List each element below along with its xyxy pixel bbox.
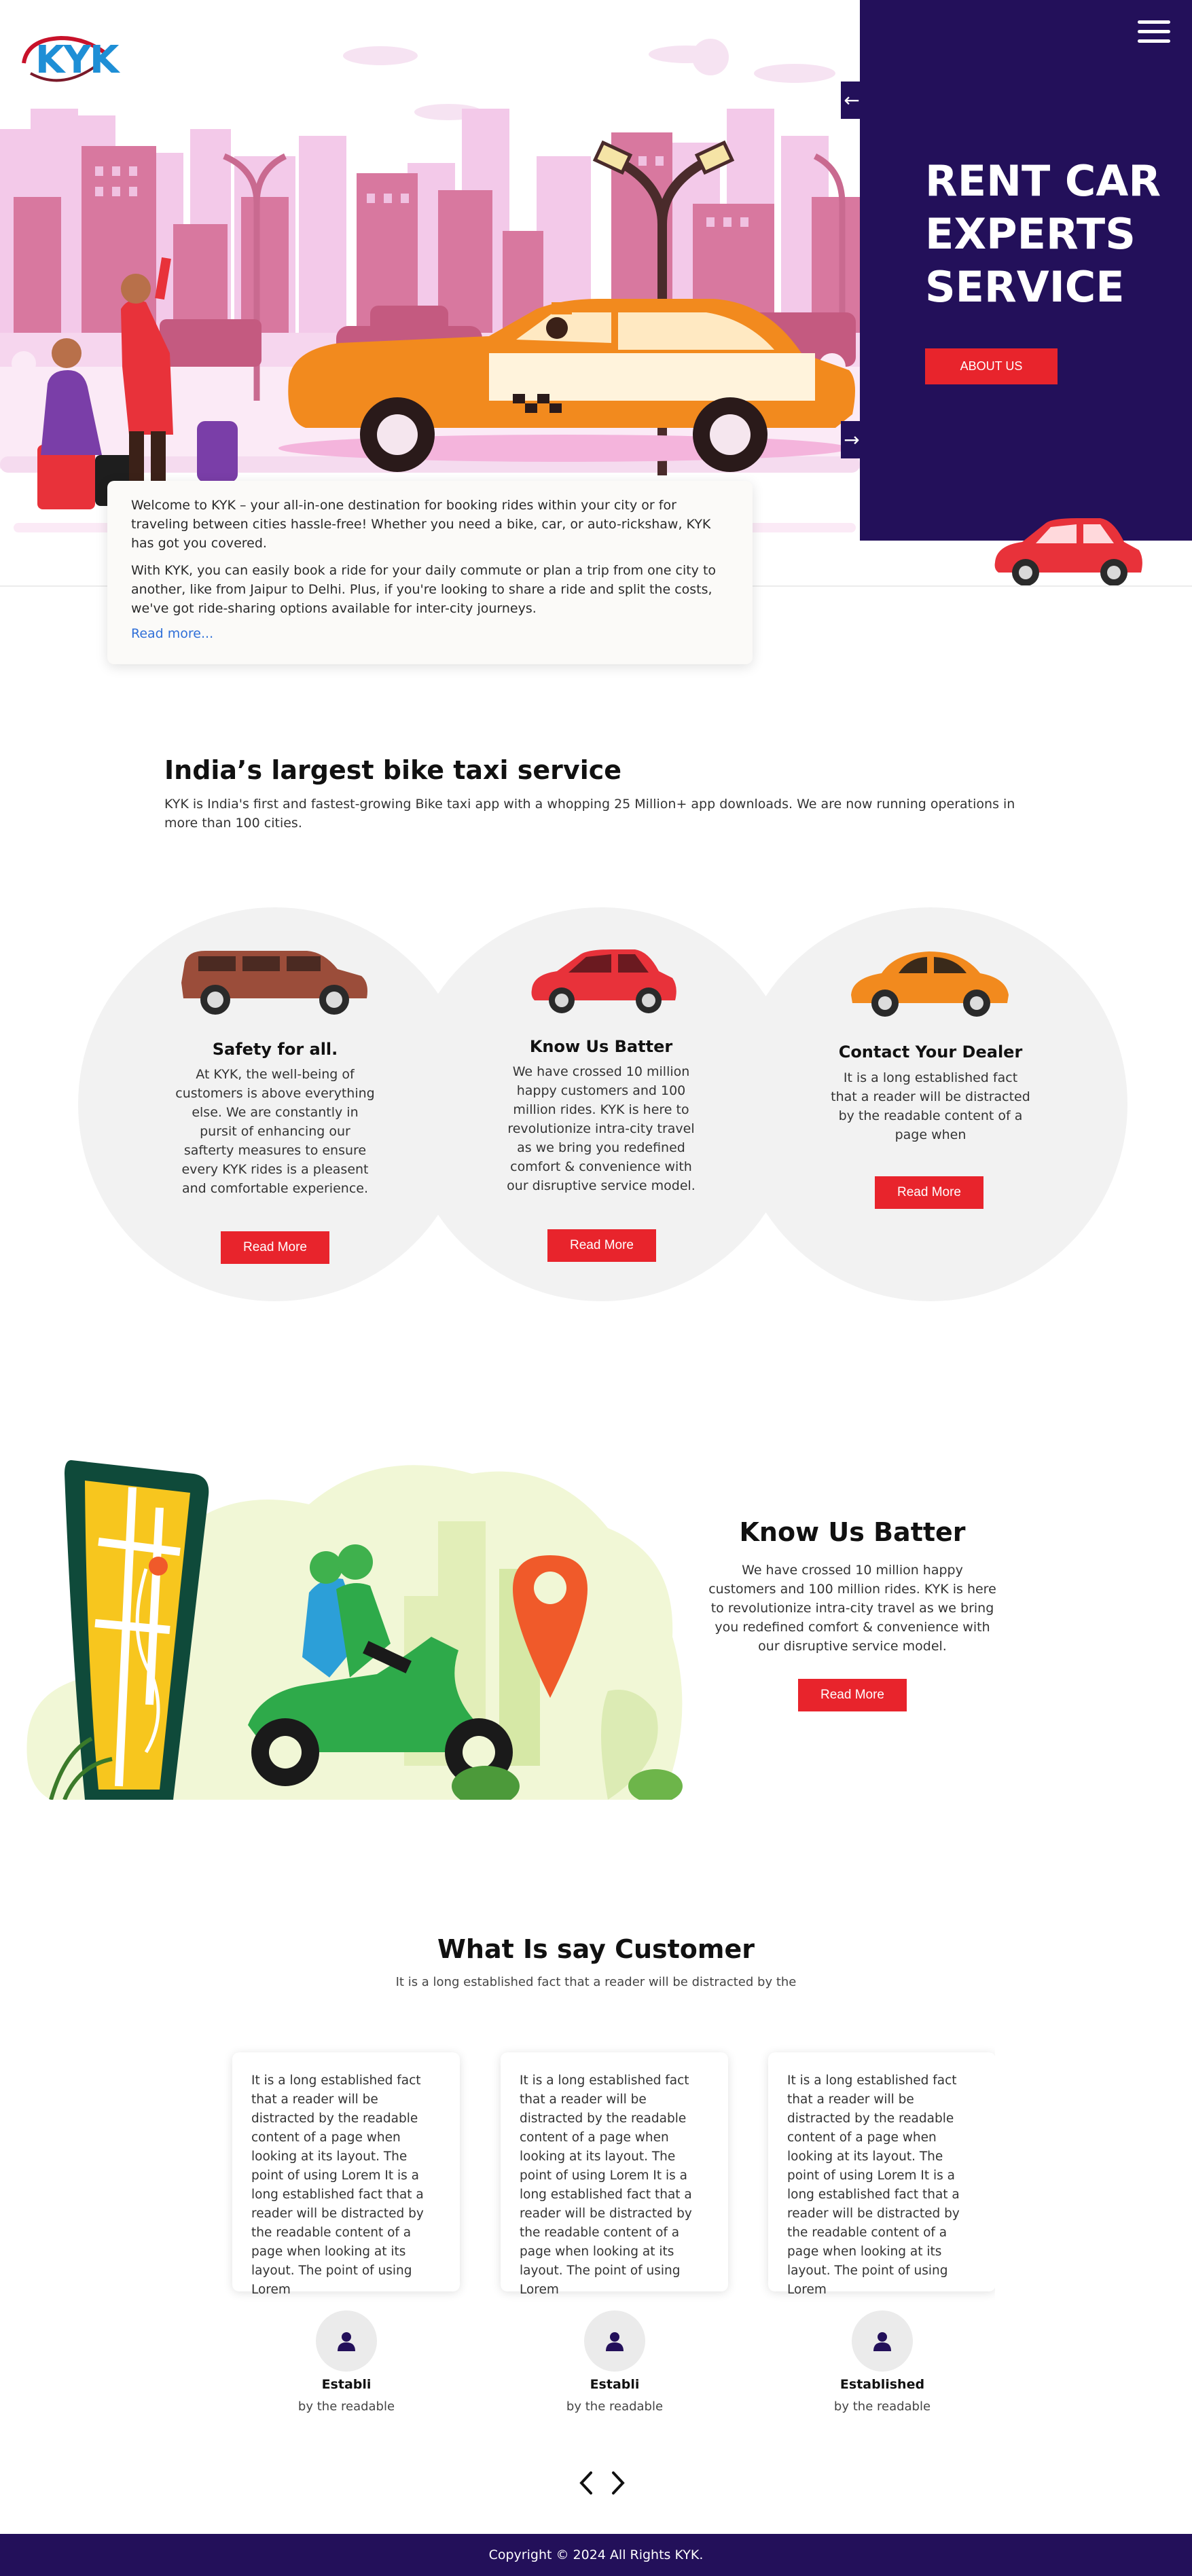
logo-text: KYK (35, 38, 119, 82)
user-icon (873, 2332, 891, 2351)
testimonial-role: by the readable (833, 2399, 931, 2414)
red-car-illustration (994, 518, 1142, 586)
testimonial-role: by the readable (566, 2399, 664, 2414)
testimonial-name: Established (839, 2377, 925, 2392)
read-more-button[interactable]: Read More (547, 1229, 656, 1262)
testimonial-card: It is a long established fact that a rea… (232, 2052, 460, 2297)
testimonial-card: It is a long established fact that a rea… (768, 2052, 995, 2297)
section-title: India’s largest bike taxi service (164, 755, 622, 785)
intro-card: Welcome to KYK – your all-in-one destina… (107, 481, 753, 664)
testimonial-card: It is a long established fact that a rea… (501, 2052, 728, 2297)
testimonial-name: Establi (590, 2377, 640, 2392)
testimonial-name: Establi (321, 2377, 372, 2392)
kyk-logo[interactable]: KYK (20, 26, 119, 87)
red-hatchback-icon (531, 949, 676, 1013)
chevron-right-icon[interactable] (608, 2469, 628, 2497)
bike-taxi-map-illustration (26, 1460, 683, 1800)
about-us-button[interactable]: ABOUT US (925, 348, 1058, 384)
testimonial-quote: It is a long established fact that a rea… (251, 2073, 424, 2297)
user-icon (338, 2332, 355, 2351)
section-description: We have crossed 10 million happy custome… (708, 1563, 996, 1654)
testimonial-carousel: It is a long established fact that a rea… (224, 2037, 995, 2445)
read-more-link[interactable]: Read more... (131, 626, 213, 641)
testimonial-quote: It is a long established fact that a rea… (787, 2073, 960, 2297)
feature-title: Contact Your Dealer (838, 1042, 1023, 1062)
hero-prev-arrow-icon[interactable]: ← (841, 81, 863, 119)
testimonial-role: by the readable (297, 2399, 395, 2414)
hamburger-menu-icon[interactable] (1138, 20, 1170, 46)
hero-next-arrow-icon[interactable]: → (841, 421, 863, 458)
user-icon (606, 2332, 624, 2351)
section-title: Know Us Batter (739, 1517, 966, 1547)
hero-city-taxi-illustration (0, 39, 860, 532)
feature-text: It is a long established fact that a rea… (831, 1070, 1030, 1142)
feature-text: At KYK, the well-being of customers is a… (175, 1067, 375, 1196)
section-title: What Is say Customer (437, 1934, 755, 1964)
hero-title: RENT CAR EXPERTS SERVICE (925, 156, 1161, 312)
section-subtitle: It is a long established fact that a rea… (395, 1975, 797, 1989)
avatar (316, 2310, 377, 2372)
read-more-button[interactable]: Read More (798, 1679, 907, 1711)
read-more-button[interactable]: Read More (221, 1231, 329, 1264)
orange-compact-car-icon (851, 951, 1009, 1017)
testimonial-quote: It is a long established fact that a rea… (520, 2073, 692, 2297)
feature-title: Safety for all. (212, 1040, 338, 1059)
intro-paragraph: Welcome to KYK – your all-in-one destina… (131, 498, 711, 551)
section-description: KYK is India's first and fastest-growing… (164, 797, 1015, 831)
feature-title: Know Us Batter (529, 1037, 673, 1056)
feature-text: We have crossed 10 million happy custome… (507, 1064, 696, 1193)
copyright-text: Copyright © 2024 All Rights KYK. (488, 2547, 704, 2562)
avatar (584, 2310, 645, 2372)
footer: Copyright © 2024 All Rights KYK. (0, 2534, 1192, 2576)
chevron-left-icon[interactable] (576, 2469, 596, 2497)
avatar (852, 2310, 913, 2372)
intro-paragraph: With KYK, you can easily book a ride for… (131, 563, 717, 616)
read-more-button[interactable]: Read More (875, 1176, 983, 1209)
brown-suv-icon (181, 951, 367, 1015)
